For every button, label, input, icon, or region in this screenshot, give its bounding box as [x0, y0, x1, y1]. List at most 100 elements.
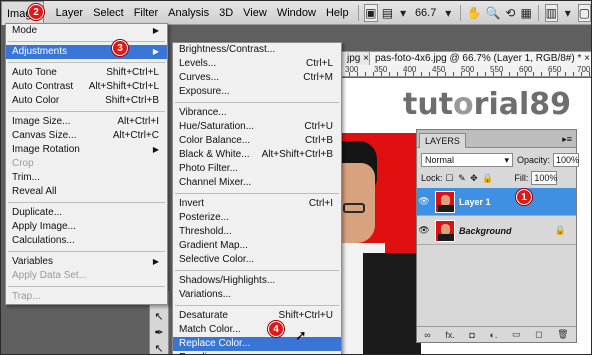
hand-tool-icon[interactable]: ✋ — [467, 4, 482, 22]
step-badge-2: 2 — [28, 4, 44, 20]
menu-item-apply-data-set: Apply Data Set... — [6, 269, 167, 283]
fill-label: Fill: — [514, 173, 529, 183]
menu-filter[interactable]: Filter — [129, 1, 163, 25]
menu-item-color-balance[interactable]: Color Balance... Ctrl+B — [173, 134, 341, 148]
menu-item-label: Duplicate... — [12, 207, 63, 218]
menu-item-posterize[interactable]: Posterize... — [173, 211, 341, 225]
menu-item-image-rotation[interactable]: Image Rotation ▶ — [6, 143, 167, 157]
menu-item-auto-contrast[interactable]: Auto Contrast Alt+Shift+Ctrl+L — [6, 80, 167, 94]
chevron-down-icon: ▾ — [504, 155, 509, 165]
menu-help[interactable]: Help — [321, 1, 354, 25]
menu-item-label: Posterize... — [179, 212, 230, 223]
menu-item-channel-mixer[interactable]: Channel Mixer... — [173, 176, 341, 190]
shortcut-label: Shift+Ctrl+U — [278, 310, 333, 321]
menu-item-variables[interactable]: Variables ▶ — [6, 255, 167, 269]
menu-analysis[interactable]: Analysis — [163, 1, 214, 25]
menu-item-reveal-all[interactable]: Reveal All — [6, 185, 167, 199]
screen-mode-button[interactable]: ▾ — [562, 4, 574, 22]
menu-item-selective-color[interactable]: Selective Color... — [173, 253, 341, 267]
new-layer-icon[interactable]: ◻ — [535, 329, 542, 340]
menu-item-trim[interactable]: Trim... — [6, 171, 167, 185]
menu-item-black-white[interactable]: Black & White... Alt+Shift+Ctrl+B — [173, 148, 341, 162]
menu-item-brightness-contrast[interactable]: Brightness/Contrast... — [173, 43, 341, 57]
menu-item-threshold[interactable]: Threshold... — [173, 225, 341, 239]
menu-item-label: Photo Filter... — [179, 163, 238, 174]
ruler-label: 650 — [548, 65, 562, 74]
layer-row-layer-1[interactable]: 👁 Layer 1 — [417, 188, 576, 216]
rotate-view-icon[interactable]: ⟲ — [505, 4, 517, 22]
ruler-label: 400 — [403, 65, 417, 74]
portrait-photo — [341, 133, 421, 354]
adjustment-layer-icon[interactable]: ◐. — [489, 330, 497, 340]
layer-style-icon[interactable]: fx. — [445, 330, 455, 340]
menu-item-auto-tone[interactable]: Auto Tone Shift+Ctrl+L — [6, 66, 167, 80]
watermark-logo: tutorial89 — [403, 87, 572, 122]
menu-item-vibrance[interactable]: Vibrance... — [173, 106, 341, 120]
submenu-arrow-icon: ▶ — [152, 257, 159, 266]
link-layers-icon[interactable]: ∞ — [424, 330, 430, 340]
tab-layers[interactable]: LAYERS — [419, 133, 466, 148]
view-extras-button[interactable]: ▾ — [397, 4, 409, 22]
adjustments-submenu: Brightness/Contrast... Levels... Ctrl+L Cur… — [172, 42, 342, 354]
layer-row-background[interactable]: 👁 Background 🔒 — [417, 217, 576, 245]
menu-item-invert[interactable]: Invert Ctrl+I — [173, 197, 341, 211]
path-select-icon[interactable]: ↖ — [150, 308, 168, 324]
panel-menu-icon[interactable]: ▸≡ — [562, 134, 572, 145]
menu-item-photo-filter[interactable]: Photo Filter... — [173, 162, 341, 176]
lock-icons[interactable]: ☐ ✎ ✥ 🔒 — [446, 173, 495, 184]
shortcut-label: Ctrl+B — [304, 135, 333, 146]
document-tab-active[interactable]: pas-foto-4x6.jpg @ 66.7% (Layer 1, RGB/8… — [369, 51, 591, 65]
menu-item-equalize[interactable]: Equalize — [173, 351, 341, 354]
fill-field[interactable]: 100% — [531, 171, 557, 185]
direct-select-icon[interactable]: ↖ — [150, 340, 168, 355]
layer-name: Background — [459, 225, 512, 236]
menu-item-apply-image[interactable]: Apply Image... — [6, 220, 167, 234]
menu-item-levels[interactable]: Levels... Ctrl+L — [173, 57, 341, 71]
menu-item-duplicate[interactable]: Duplicate... — [6, 206, 167, 220]
menu-item-variations[interactable]: Variations... — [173, 288, 341, 302]
trash-icon[interactable]: 🗑 — [557, 329, 568, 340]
zoom-level[interactable]: 66.7 — [415, 7, 436, 19]
menu-item-auto-color[interactable]: Auto Color Shift+Ctrl+B — [6, 94, 167, 108]
menu-window[interactable]: Window — [272, 1, 321, 25]
menu-layer[interactable]: Layer — [44, 1, 89, 25]
close-icon[interactable]: × — [584, 53, 590, 64]
menu-item-desaturate[interactable]: Desaturate Shift+Ctrl+U — [173, 309, 341, 323]
menu-item-shadows-highlights[interactable]: Shadows/Highlights... — [173, 274, 341, 288]
blend-row: Normal ▾ Opacity: 100% — [421, 153, 579, 167]
menu-3d[interactable]: 3D — [214, 1, 238, 25]
menu-item-canvas-size[interactable]: Canvas Size... Alt+Ctrl+C — [6, 129, 167, 143]
ruler-tool-icon[interactable]: ▦ — [520, 4, 532, 22]
menu-item-mode[interactable]: Mode ▶ — [6, 24, 167, 38]
screen-mode-icon[interactable]: ▢ — [577, 3, 591, 22]
eye-icon[interactable]: 👁 — [417, 196, 431, 207]
menu-item-hue-saturation[interactable]: Hue/Saturation... Ctrl+U — [173, 120, 341, 134]
menu-item-replace-color[interactable]: Replace Color... — [173, 337, 341, 351]
menu-item-curves[interactable]: Curves... Ctrl+M — [173, 71, 341, 85]
bridge-button[interactable]: ▣ — [364, 3, 378, 22]
eye-icon[interactable]: 👁 — [417, 225, 431, 236]
menu-item-image-size[interactable]: Image Size... Alt+Ctrl+I — [6, 115, 167, 129]
menu-select[interactable]: Select — [88, 1, 129, 25]
menu-item-label: Auto Contrast — [12, 81, 74, 92]
menu-item-gradient-map[interactable]: Gradient Map... — [173, 239, 341, 253]
shortcut-label: Ctrl+L — [306, 58, 333, 69]
menu-view[interactable]: View — [238, 1, 272, 25]
shortcut-label: Ctrl+I — [308, 198, 333, 209]
menu-item-exposure[interactable]: Exposure... — [173, 85, 341, 99]
mini-bridge-button[interactable]: ▤ — [382, 4, 394, 22]
opacity-field[interactable]: 100% — [553, 153, 579, 167]
menu-item-match-color[interactable]: Match Color... — [173, 323, 341, 337]
arrange-documents-button[interactable]: ▥ — [544, 3, 558, 22]
tab-label: jpg — [347, 53, 361, 64]
menu-item-calculations[interactable]: Calculations... — [6, 234, 167, 248]
pen-tool-icon[interactable]: ✒ — [150, 324, 168, 340]
layer-mask-icon[interactable]: ◘ — [469, 330, 474, 340]
blend-mode-select[interactable]: Normal ▾ — [421, 153, 513, 167]
menu-item-adjustments[interactable]: Adjustments ▶ — [6, 45, 167, 59]
menu-separator — [175, 193, 339, 194]
group-icon[interactable]: ▭ — [512, 329, 521, 340]
zoom-tool-icon[interactable]: 🔍 — [486, 4, 501, 22]
ruler-label: 600 — [519, 65, 533, 74]
chevron-down-icon[interactable]: ▾ — [442, 4, 454, 22]
